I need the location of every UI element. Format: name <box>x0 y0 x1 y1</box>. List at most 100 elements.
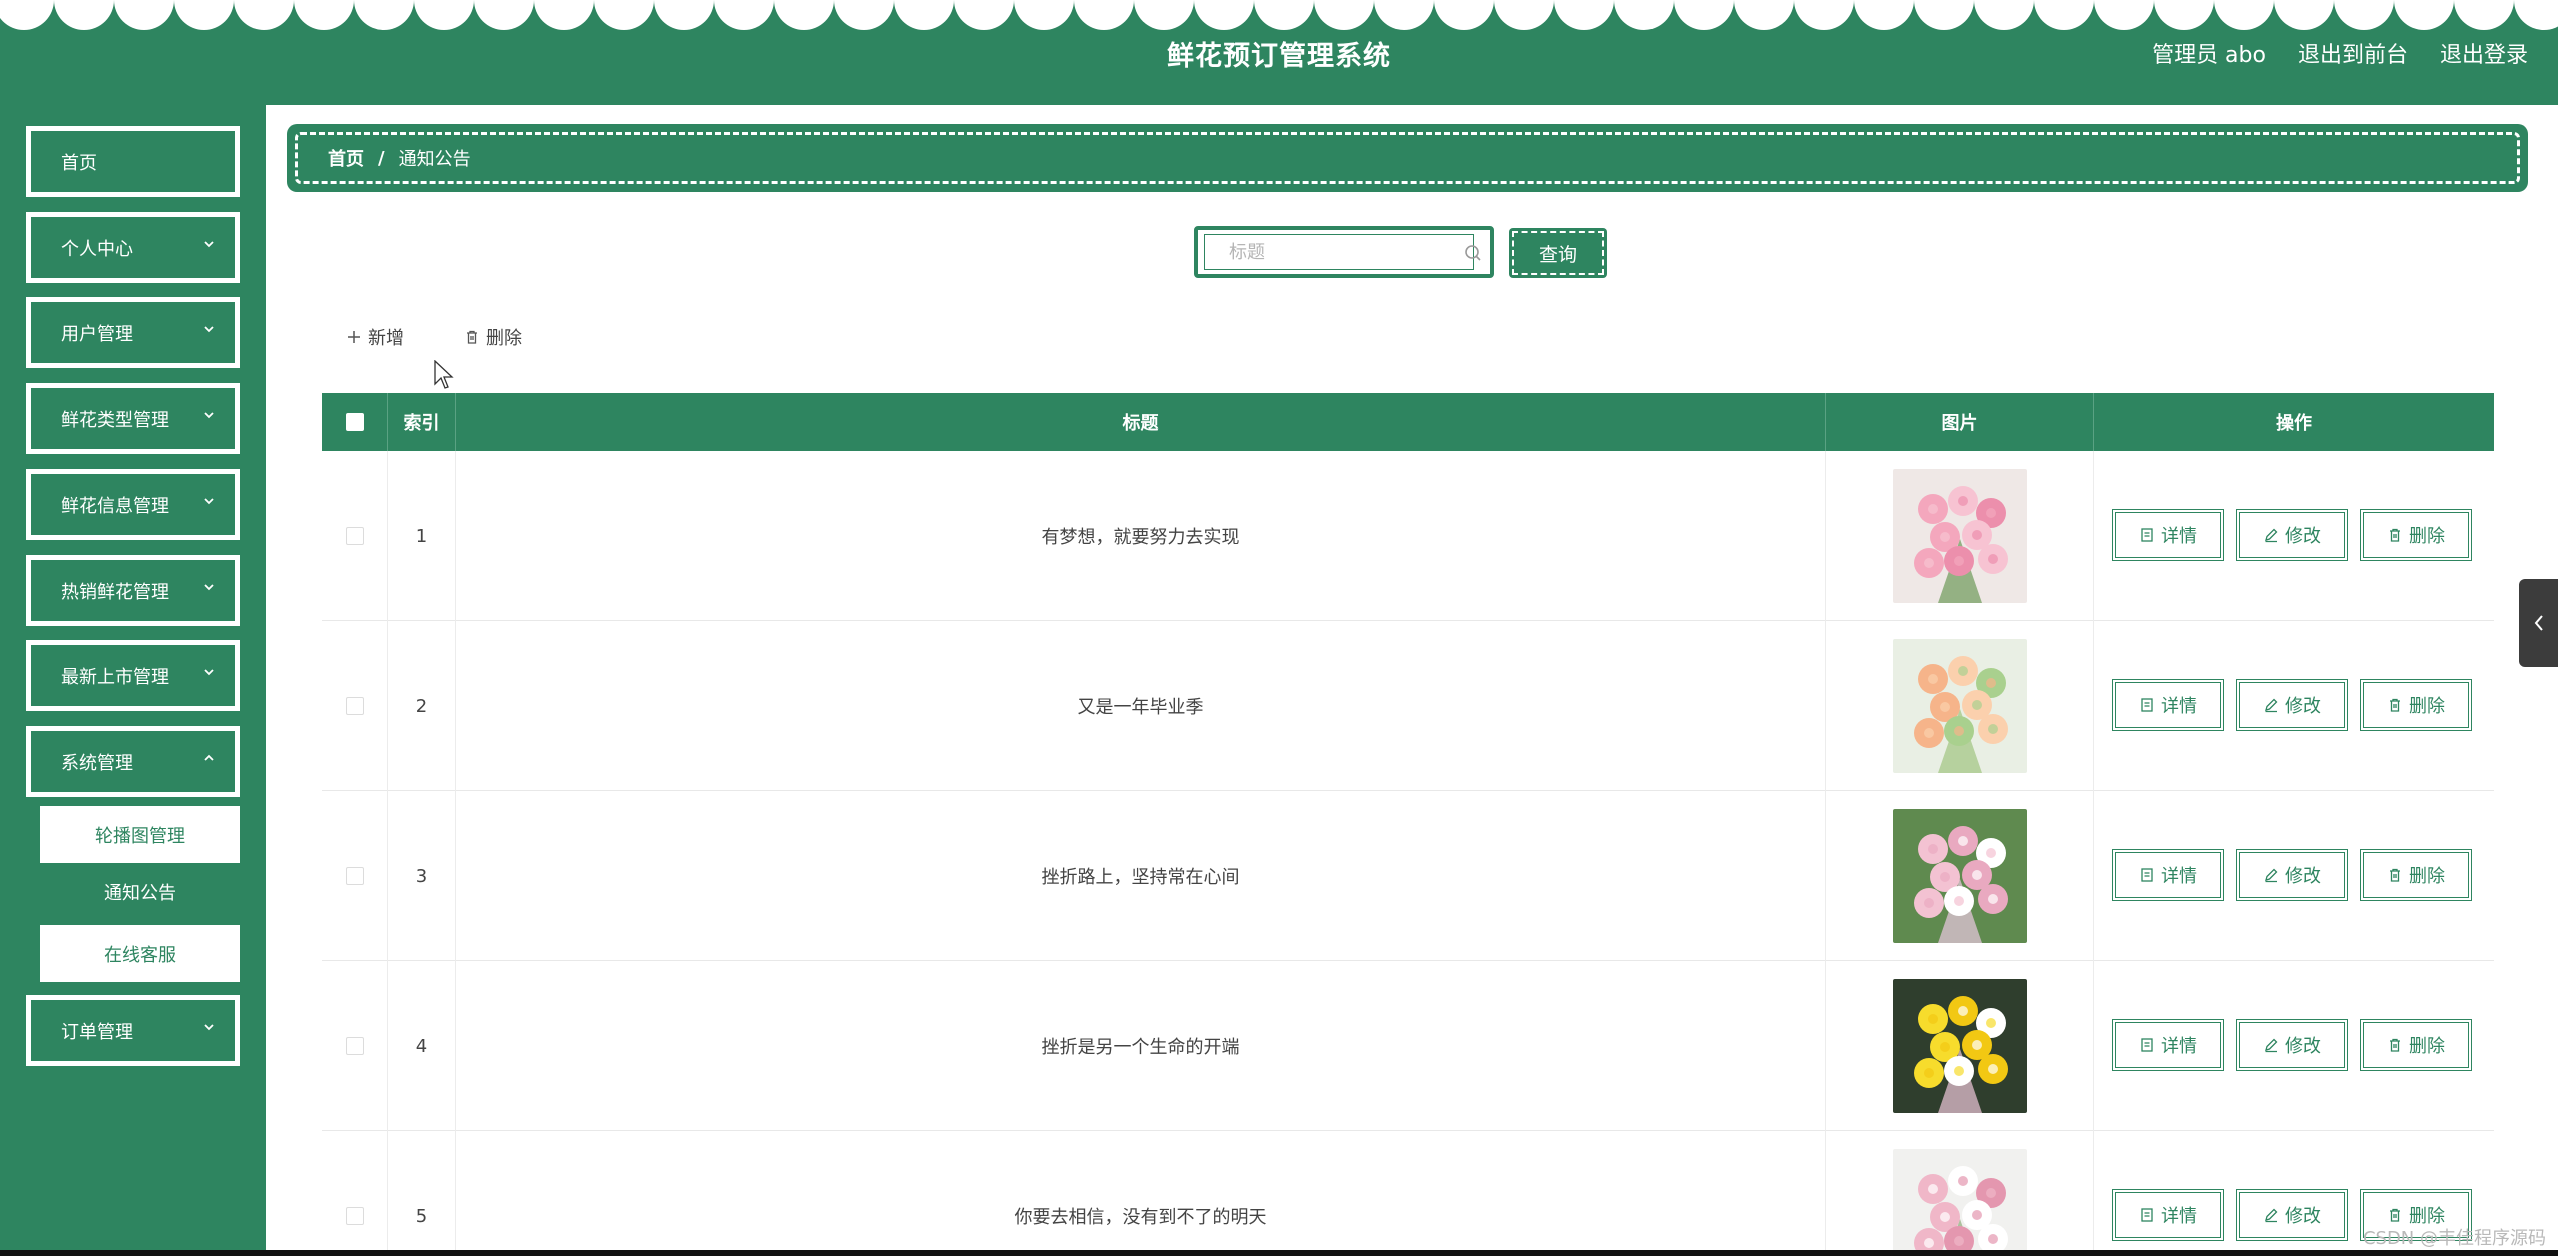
scallop <box>294 0 354 30</box>
sidebar-item-label: 鲜花信息管理 <box>61 495 169 517</box>
trash-icon <box>2387 697 2403 713</box>
detail-button[interactable]: 详情 <box>2112 1189 2224 1241</box>
sidebar-item-label: 用户管理 <box>61 323 133 345</box>
sidebar-item-new-arrivals[interactable]: 最新上市管理 <box>26 640 240 711</box>
table-row: 1 有梦想，就要努力去实现 详情 修改 删除 <box>322 451 2494 621</box>
edit-icon <box>2263 1207 2279 1223</box>
sidebar-item-user-management[interactable]: 用户管理 <box>26 297 240 368</box>
mouse-cursor-icon <box>434 360 454 389</box>
row-actions: 详情 修改 删除 <box>2094 961 2494 1131</box>
watermark: CSDN @丰佳程序源码 <box>2362 1228 2546 1249</box>
admin-label[interactable]: 管理员 abo <box>2152 37 2266 69</box>
row-checkbox[interactable] <box>345 867 364 885</box>
edit-button[interactable]: 修改 <box>2236 679 2348 731</box>
edit-button[interactable]: 修改 <box>2236 1189 2348 1241</box>
detail-button-label: 详情 <box>2161 866 2197 887</box>
sidebar-item-label: 个人中心 <box>61 238 133 260</box>
flower-image[interactable] <box>1892 469 2027 603</box>
scallop <box>54 0 114 30</box>
flower-image[interactable] <box>1892 1149 2027 1256</box>
flower-image[interactable] <box>1892 639 2027 773</box>
sidebar-item-system-management[interactable]: 系统管理 <box>26 726 240 797</box>
edit-button[interactable]: 修改 <box>2236 509 2348 561</box>
sidebar-item-flower-info[interactable]: 鲜花信息管理 <box>26 469 240 540</box>
row-image-cell <box>1826 451 2094 621</box>
sidebar-item-flower-type[interactable]: 鲜花类型管理 <box>26 383 240 454</box>
scallop <box>1614 0 1674 30</box>
header-select-all[interactable] <box>322 393 388 451</box>
edit-icon <box>2263 697 2279 713</box>
edit-button-label: 修改 <box>2285 696 2321 717</box>
search-input[interactable] <box>1204 234 1474 270</box>
batch-delete-label: 删除 <box>486 328 522 349</box>
chevron-left-icon <box>2534 615 2543 631</box>
row-checkbox[interactable] <box>345 1037 364 1055</box>
row-checkbox[interactable] <box>345 527 364 545</box>
logout-link[interactable]: 退出登录 <box>2440 37 2528 69</box>
chevron-down-icon <box>204 583 214 590</box>
trash-icon <box>2387 1037 2403 1053</box>
edit-button[interactable]: 修改 <box>2236 1019 2348 1071</box>
submenu-item-carousel[interactable]: 轮播图管理 <box>40 806 240 863</box>
sidebar: 首页 个人中心 用户管理 鲜花类型管理 鲜花信息管理 热销鲜花管理 最新上市管理… <box>0 105 266 1256</box>
document-icon <box>2139 697 2155 713</box>
scallop <box>834 0 894 30</box>
sidebar-item-personal-center[interactable]: 个人中心 <box>26 212 240 283</box>
submenu-item-label: 轮播图管理 <box>95 825 185 847</box>
column-header-actions: 操作 <box>2276 413 2312 434</box>
batch-delete-button[interactable]: 删除 <box>464 322 522 352</box>
detail-button[interactable]: 详情 <box>2112 849 2224 901</box>
scallop <box>174 0 234 30</box>
sidebar-item-label: 热销鲜花管理 <box>61 581 169 603</box>
submenu-item-online-service[interactable]: 在线客服 <box>40 925 240 982</box>
sidebar-item-hot-flowers[interactable]: 热销鲜花管理 <box>26 555 240 626</box>
back-to-front-link[interactable]: 退出到前台 <box>2298 37 2408 69</box>
chevron-up-icon <box>204 754 214 761</box>
submenu-item-notices[interactable]: 通知公告 <box>40 863 240 920</box>
sidebar-item-orders[interactable]: 订单管理 <box>26 995 240 1066</box>
breadcrumb-home[interactable]: 首页 <box>328 145 364 171</box>
edit-icon <box>2263 1037 2279 1053</box>
scallop <box>1914 0 1974 30</box>
collapse-side-tab[interactable] <box>2519 579 2558 667</box>
delete-button[interactable]: 删除 <box>2360 1019 2472 1071</box>
submenu-item-label: 通知公告 <box>104 882 176 904</box>
select-all-checkbox[interactable] <box>345 413 364 431</box>
sidebar-item-home[interactable]: 首页 <box>26 126 240 197</box>
delete-button-label: 删除 <box>2409 866 2445 887</box>
scallop <box>1674 0 1734 30</box>
column-header-index: 索引 <box>388 393 456 451</box>
edit-button[interactable]: 修改 <box>2236 849 2348 901</box>
delete-button[interactable]: 删除 <box>2360 679 2472 731</box>
scallop <box>1194 0 1254 30</box>
detail-button[interactable]: 详情 <box>2112 509 2224 561</box>
chevron-down-icon <box>204 497 214 504</box>
search-container <box>1194 226 1494 278</box>
scallop <box>414 0 474 30</box>
table-row: 5 你要去相信，没有到不了的明天 详情 修改 删除 <box>322 1131 2494 1256</box>
row-checkbox[interactable] <box>345 697 364 715</box>
scallop <box>714 0 774 30</box>
sidebar-item-label: 首页 <box>61 152 97 174</box>
flower-image[interactable] <box>1892 979 2027 1113</box>
detail-button[interactable]: 详情 <box>2112 679 2224 731</box>
row-image-cell <box>1826 961 2094 1131</box>
flower-image[interactable] <box>1892 809 2027 943</box>
scallop <box>954 0 1014 30</box>
scallop <box>1734 0 1794 30</box>
add-button[interactable]: 新增 <box>346 322 404 352</box>
delete-button-label: 删除 <box>2409 696 2445 717</box>
row-checkbox[interactable] <box>345 1207 364 1225</box>
delete-button[interactable]: 删除 <box>2360 509 2472 561</box>
sidebar-item-label: 系统管理 <box>61 752 133 774</box>
edit-icon <box>2263 527 2279 543</box>
header-actions: 管理员 abo 退出到前台 退出登录 <box>2152 37 2528 69</box>
breadcrumb-separator: / <box>378 147 385 169</box>
scallop <box>2154 0 2214 30</box>
detail-button[interactable]: 详情 <box>2112 1019 2224 1071</box>
delete-button[interactable]: 删除 <box>2360 849 2472 901</box>
row-index: 1 <box>388 451 456 621</box>
scallop <box>2454 0 2514 30</box>
document-icon <box>2139 1207 2155 1223</box>
query-button[interactable]: 查询 <box>1509 228 1607 278</box>
